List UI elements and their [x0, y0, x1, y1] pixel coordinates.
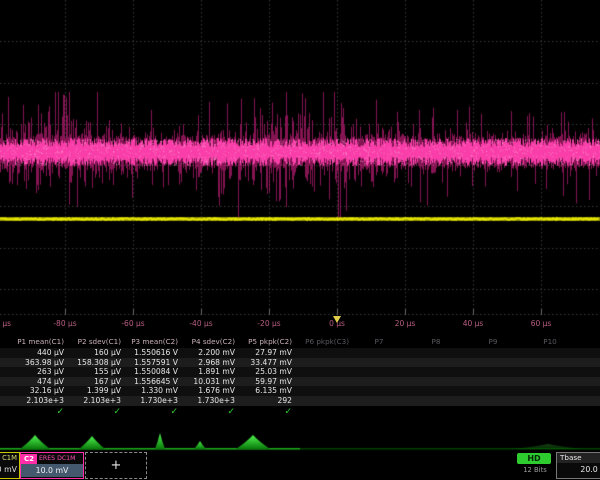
trigger-position-marker[interactable]	[333, 316, 341, 323]
table-row: 440 µV160 µV1.550616 V2.200 mV27.97 mV	[0, 348, 600, 358]
param-header[interactable]: P2 sdev(C1)	[67, 336, 124, 348]
table-row: P1 mean(C1)P2 sdev(C1)P3 mean(C2)P4 sdev…	[0, 336, 600, 348]
c2-coupling-badge: DC1M	[57, 455, 75, 462]
measure-value: 59.97 mV	[238, 377, 295, 387]
waveform-grid[interactable]	[0, 0, 600, 316]
measure-value: 1.557591 V	[124, 358, 181, 368]
timebase-label: Tbase	[557, 453, 600, 463]
measure-value: 25.03 mV	[238, 367, 295, 377]
measure-value: 167 µV	[67, 377, 124, 387]
c1-scale-value: 0 mV	[0, 464, 19, 474]
measure-value: 27.97 mV	[238, 348, 295, 358]
param-header[interactable]: P8	[409, 336, 466, 348]
status-check-icon: ✓	[238, 406, 295, 419]
time-tick-label: 40 µs	[463, 319, 484, 328]
measure-value: 1.891 mV	[181, 367, 238, 377]
measure-value: 155 µV	[67, 367, 124, 377]
measure-value: 1.730e+3	[181, 396, 238, 406]
time-tick-label: -40 µs	[189, 319, 212, 328]
measure-value: 292	[238, 396, 295, 406]
time-tick-label: -100 µs	[0, 319, 11, 328]
time-tick-label: -80 µs	[53, 319, 76, 328]
time-tick-label: 20 µs	[395, 319, 416, 328]
hd-bits-label: 12 Bits	[517, 466, 553, 474]
hd-mode-badge[interactable]: HD	[517, 453, 551, 464]
table-row: 474 µV167 µV1.556645 V10.031 mV59.97 mV	[0, 377, 600, 387]
measure-value: 1.556645 V	[124, 377, 181, 387]
measure-value: 1.550616 V	[124, 348, 181, 358]
time-tick-label: -20 µs	[257, 319, 280, 328]
c2-label: C2	[21, 454, 37, 464]
status-check-icon: ✓	[67, 406, 124, 419]
plus-icon: +	[111, 458, 122, 473]
measure-value: 2.103e+3	[67, 396, 124, 406]
status-check-icon: ✓	[124, 406, 181, 419]
measure-value: 2.200 mV	[181, 348, 238, 358]
time-tick-label: -60 µs	[121, 319, 144, 328]
measure-value: 2.968 mV	[181, 358, 238, 368]
measure-value: 363.98 µV	[10, 358, 67, 368]
measure-value: 158.308 µV	[67, 358, 124, 368]
measure-value: 2.103e+3	[10, 396, 67, 406]
c2-header: C2 ERES DC1M	[21, 453, 83, 464]
c2-scale-value: 10.0 mV	[21, 464, 83, 477]
table-row: 363.98 µV158.308 µV1.557591 V2.968 mV33.…	[0, 358, 600, 368]
param-header[interactable]: P7	[352, 336, 409, 348]
time-tick-label: 60 µs	[531, 319, 552, 328]
measure-value: 263 µV	[10, 367, 67, 377]
measure-value: 32.16 µV	[10, 386, 67, 396]
measure-value: 1.676 mV	[181, 386, 238, 396]
descriptor-bar: C1M 0 mV C2 ERES DC1M 10.0 mV + HD 12 Bi…	[0, 452, 600, 480]
status-check-icon: ✓	[10, 406, 67, 419]
histogram-strip	[0, 428, 600, 452]
param-header[interactable]: P4 sdev(C2)	[181, 336, 238, 348]
measure-value: 1.330 mV	[124, 386, 181, 396]
measure-value: 33.477 mV	[238, 358, 295, 368]
measure-value: 160 µV	[67, 348, 124, 358]
channel2-descriptor[interactable]: C2 ERES DC1M 10.0 mV	[20, 452, 84, 479]
status-check-icon: ✓	[181, 406, 238, 419]
measure-value: 440 µV	[10, 348, 67, 358]
measure-value: 1.399 µV	[67, 386, 124, 396]
c2-eres-badge: ERES	[39, 455, 55, 462]
param-header[interactable]: P5 pkpk(C2)	[238, 336, 295, 348]
param-header[interactable]: P3 mean(C2)	[124, 336, 181, 348]
measure-value: 474 µV	[10, 377, 67, 387]
param-header[interactable]: P11	[580, 336, 600, 348]
measure-value: 1.730e+3	[124, 396, 181, 406]
measurement-table: P1 mean(C1)P2 sdev(C1)P3 mean(C2)P4 sdev…	[0, 336, 600, 419]
timebase-value: 20.0 µs/div	[557, 463, 600, 476]
table-row: ✓✓✓✓✓	[0, 406, 600, 419]
measure-value: 10.031 mV	[181, 377, 238, 387]
time-axis: -100 µs-80 µs-60 µs-40 µs-20 µs0 µs20 µs…	[0, 316, 600, 332]
channel1-descriptor[interactable]: C1M 0 mV	[0, 452, 20, 479]
table-row: 263 µV155 µV1.550084 V1.891 mV25.03 mV	[0, 367, 600, 377]
param-header[interactable]: P9	[466, 336, 523, 348]
param-header[interactable]: P6 pkpk(C3)	[295, 336, 352, 348]
table-row: 32.16 µV1.399 µV1.330 mV1.676 mV6.135 mV	[0, 386, 600, 396]
table-row: 2.103e+32.103e+31.730e+31.730e+3292	[0, 396, 600, 406]
param-header[interactable]: P1 mean(C1)	[10, 336, 67, 348]
param-header[interactable]: P10	[523, 336, 580, 348]
measure-value: 1.550084 V	[124, 367, 181, 377]
timebase-descriptor[interactable]: Tbase 20.0 µs/div	[556, 452, 600, 479]
measure-value: 6.135 mV	[238, 386, 295, 396]
c1-coupling-label: C1M	[0, 453, 19, 464]
oscilloscope-screen: -100 µs-80 µs-60 µs-40 µs-20 µs0 µs20 µs…	[0, 0, 600, 480]
add-trace-button[interactable]: +	[85, 452, 147, 479]
